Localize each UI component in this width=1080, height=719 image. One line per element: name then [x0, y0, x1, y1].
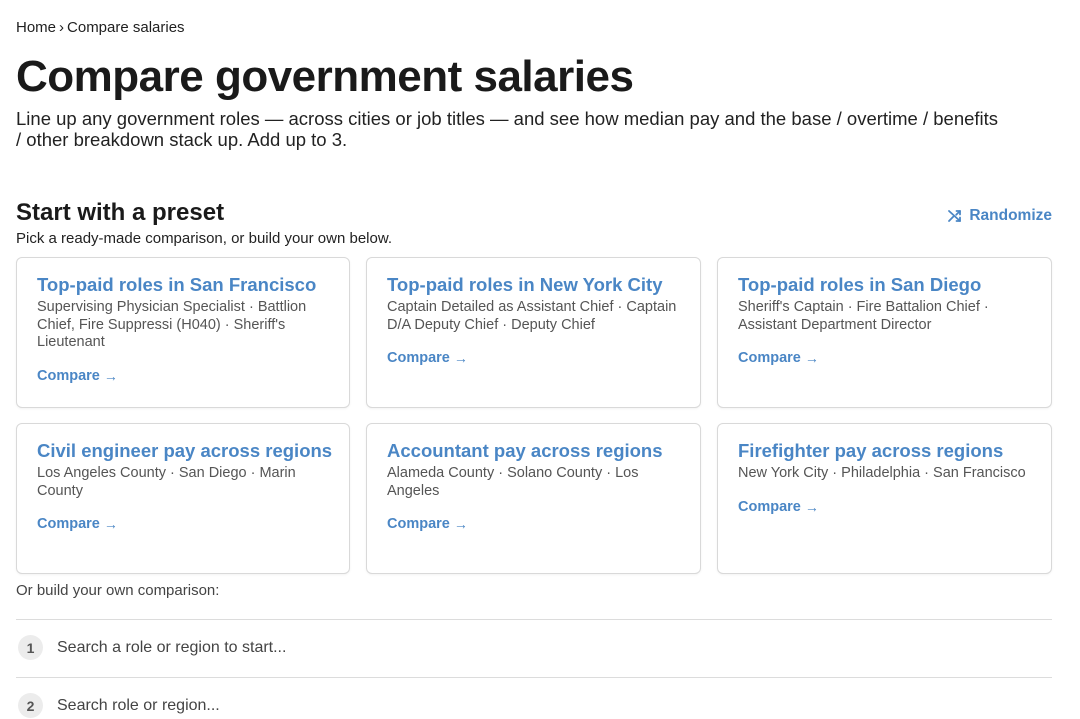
compare-link[interactable]: Compare →	[738, 350, 819, 366]
compare-link[interactable]: Compare →	[387, 516, 468, 532]
preset-card[interactable]: Top-paid roles in New York City Captain …	[366, 257, 701, 408]
step-number-badge: 1	[18, 635, 43, 660]
preset-card-desc: Captain Detailed as Assistant Chief · Ca…	[387, 299, 677, 333]
preset-grid: Top-paid roles in San Francisco Supervis…	[16, 257, 1052, 574]
shuffle-icon	[948, 210, 962, 222]
compare-link[interactable]: Compare →	[738, 499, 819, 515]
step-number-badge: 2	[18, 693, 43, 718]
arrow-right-icon: →	[453, 516, 468, 532]
compare-label: Compare	[738, 350, 801, 366]
preset-card-title[interactable]: Top-paid roles in San Diego	[738, 274, 1031, 296]
compare-label: Compare	[738, 498, 801, 515]
preset-card-desc: Sheriff's Captain · Fire Battalion Chief…	[738, 299, 989, 333]
preset-card-title[interactable]: Top-paid roles in New York City	[387, 274, 680, 296]
preset-card[interactable]: Top-paid roles in San Francisco Supervis…	[16, 257, 350, 408]
compare-label: Compare	[387, 350, 450, 366]
preset-card-desc: Alameda County · Solano County · Los Ang…	[387, 465, 639, 499]
compare-label: Compare	[37, 516, 100, 532]
preset-card-desc: Supervising Physician Specialist · Battl…	[37, 299, 307, 350]
arrow-right-icon: →	[453, 350, 468, 366]
breadcrumb: Home › Compare salaries	[16, 19, 185, 36]
page-title: Compare government salaries	[16, 52, 634, 101]
breadcrumb-current: Compare salaries	[67, 19, 185, 36]
preset-card[interactable]: Accountant pay across regions Alameda Co…	[366, 423, 701, 574]
compare-link[interactable]: Compare →	[37, 368, 118, 384]
preset-subheading: Pick a ready-made comparison, or build y…	[16, 230, 393, 247]
compare-link[interactable]: Compare →	[37, 516, 118, 532]
compare-label: Compare	[387, 516, 450, 532]
breadcrumb-separator: ›	[59, 19, 65, 36]
arrow-right-icon: →	[103, 516, 118, 532]
preset-card[interactable]: Firefighter pay across regions New York …	[717, 423, 1052, 574]
compare-label: Compare	[37, 367, 100, 384]
build-own-label: Or build your own comparison:	[16, 582, 220, 599]
divider	[16, 619, 1052, 620]
arrow-right-icon: →	[804, 350, 819, 366]
preset-card-title[interactable]: Accountant pay across regions	[387, 440, 680, 462]
divider	[16, 677, 1052, 678]
compare-link[interactable]: Compare →	[387, 350, 468, 366]
breadcrumb-home-link[interactable]: Home	[16, 19, 56, 36]
preset-card-title[interactable]: Civil engineer pay across regions	[37, 440, 332, 462]
randomize-button[interactable]: Randomize	[947, 207, 1052, 225]
search-slot-1: 1	[16, 635, 1052, 660]
preset-card-desc: Los Angeles County · San Diego · Marin C…	[37, 465, 296, 499]
search-input-1[interactable]	[57, 638, 957, 657]
preset-card-desc: New York City · Philadelphia · San Franc…	[738, 465, 1026, 481]
preset-card[interactable]: Civil engineer pay across regions Los An…	[16, 423, 350, 574]
arrow-right-icon: →	[804, 498, 819, 515]
arrow-right-icon: →	[103, 367, 118, 384]
randomize-label: Randomize	[969, 207, 1052, 224]
preset-heading: Start with a preset	[16, 199, 225, 226]
search-slot-2: 2	[16, 693, 1052, 718]
preset-card-title[interactable]: Firefighter pay across regions	[738, 440, 1031, 462]
page-intro: Line up any government roles — across ci…	[16, 108, 999, 150]
preset-card[interactable]: Top-paid roles in San Diego Sheriff's Ca…	[717, 257, 1052, 408]
preset-card-title[interactable]: Top-paid roles in San Francisco	[37, 274, 329, 296]
search-input-2[interactable]	[57, 696, 957, 715]
